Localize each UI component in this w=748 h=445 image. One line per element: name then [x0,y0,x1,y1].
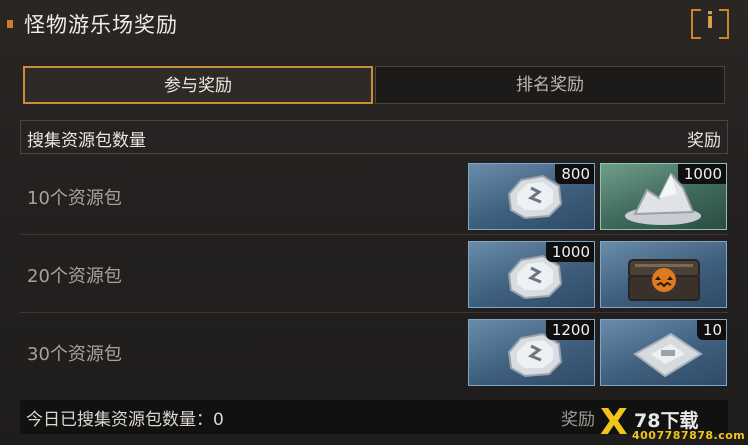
reward-quantity: 10 [696,320,726,340]
table-row: 30个资源包 1200 10 [20,313,728,391]
info-button[interactable]: i [691,9,729,39]
reward-quantity: 1200 [545,320,594,340]
collected-count-text: 今日已搜集资源包数量：0 [26,410,224,430]
column-header-count: 搜集资源包数量 [27,131,146,151]
header-accent-mark [7,20,13,28]
reward-item-ore[interactable]: 1000 [468,241,595,308]
watermark-logo-icon: X [600,402,628,443]
column-header-reward: 奖励 [687,131,721,151]
row-threshold-label: 10个资源包 [27,188,122,209]
footer-reward-text: 奖励 [561,410,595,430]
row-threshold-label: 20个资源包 [27,266,122,287]
reward-panel: 怪物游乐场奖励 i 参与奖励 排名奖励 搜集资源包数量 奖励 10个资源包 80… [0,0,748,445]
pumpkin-chest-icon [628,259,700,301]
row-threshold-label: 30个资源包 [27,344,122,365]
reward-item-pumpkin-chest[interactable] [600,241,727,308]
site-watermark: X 78下载 4007787878.com [600,405,748,445]
reward-item-ore[interactable]: 1200 [468,319,595,386]
tab-ranking-reward[interactable]: 排名奖励 [375,66,725,104]
table-row: 20个资源包 1000 [20,235,728,313]
reward-item-supply-pack[interactable]: 10 [600,319,727,386]
watermark-phone: 4007787878.com [632,429,746,442]
tab-participation-reward[interactable]: 参与奖励 [23,66,373,104]
reward-quantity: 800 [555,164,594,184]
panel-header: 怪物游乐场奖励 i [0,0,748,50]
table-row: 10个资源包 800 1000 [20,157,728,235]
table-header: 搜集资源包数量 奖励 [20,120,728,154]
page-title: 怪物游乐场奖励 [24,13,178,37]
info-icon: i [706,9,714,34]
reward-quantity: 1000 [545,242,594,262]
reward-quantity: 1000 [677,164,726,184]
reward-item-silver-ore[interactable]: 1000 [600,163,727,230]
reward-item-ore[interactable]: 800 [468,163,595,230]
